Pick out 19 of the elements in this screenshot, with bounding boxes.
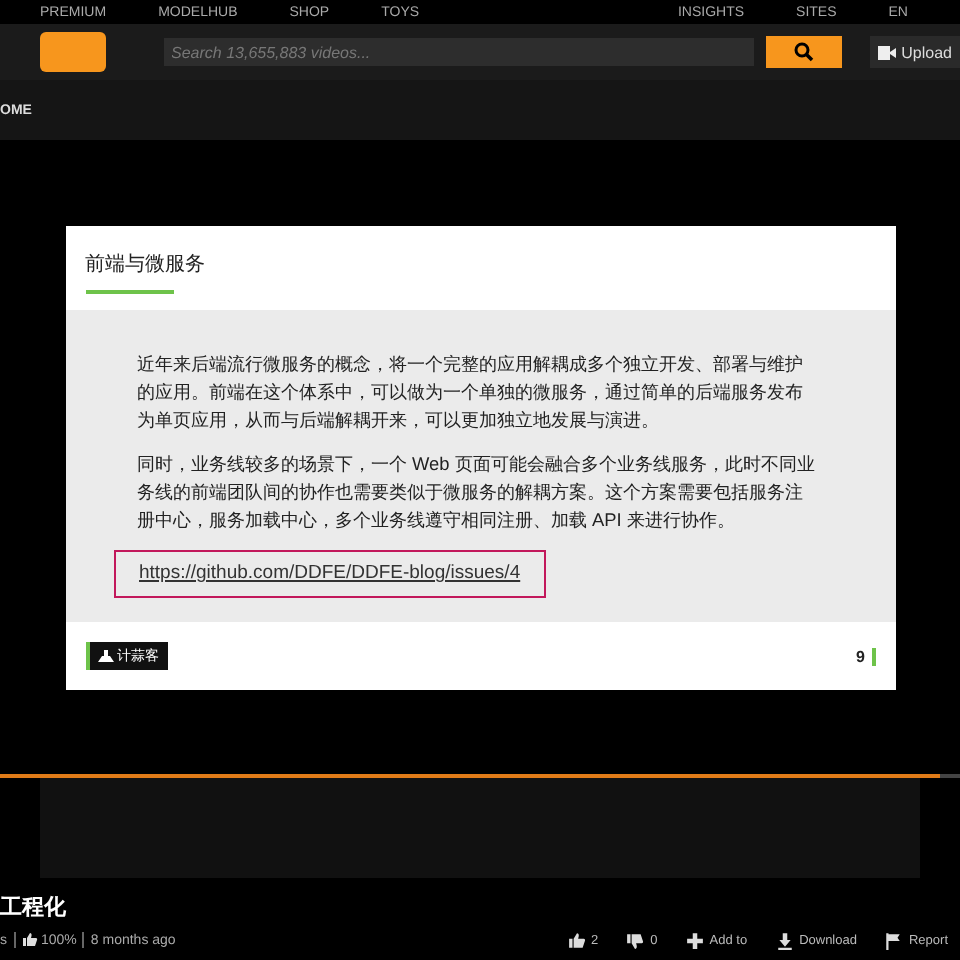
search-icon [794, 42, 815, 62]
plus-icon [685, 931, 704, 949]
title-underline [85, 290, 173, 294]
page-number: 9 [856, 647, 875, 665]
brand-icon [97, 650, 113, 662]
download-icon [775, 931, 794, 949]
thumbs-up-icon [567, 931, 586, 949]
search-button[interactable] [766, 36, 842, 68]
paragraph: 近年来后端流行微服务的概念，将一个完整的应用解耦成多个独立开发、部署与维护的应用。前端在这个体系中，可以做为一个单独的微服务，通过简单的后端服务发布为单页应用，从而与后端解耦开来，可以更加独立地发展与演进。 [137, 352, 805, 434]
thumbs-up-icon [21, 932, 37, 948]
search-field[interactable]: Search 13,655,883 videos... [163, 38, 755, 66]
flag-icon [884, 931, 903, 949]
upload-button[interactable]: Upload [869, 36, 960, 68]
paragraph: 同时，业务线较多的场景下，一个 Web 页面可能会融合多个业务线服务，此时不同业务线的前端团队间的协作也需要类似于微服务的解耦方案。这个方案需要包括服务注册中心，服务加载中心，多个业务线遵守相同注册、加载 API 来进行协作。 [137, 452, 815, 534]
thumbs-down-icon [626, 931, 645, 949]
camera-icon [877, 45, 896, 59]
video-title: 工程化 [0, 894, 68, 922]
slide-title: 前端与微服务 [85, 254, 205, 276]
link[interactable]: https://github.com/DDFE/DDFE-blog/issues/4 [113, 550, 545, 598]
